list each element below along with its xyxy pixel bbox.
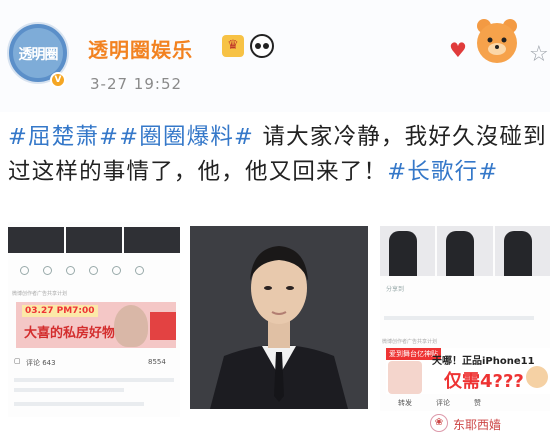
ad-portrait <box>388 361 422 394</box>
thumbnail <box>8 227 64 253</box>
share-icon <box>20 265 29 275</box>
avatar-text: 透明圈 <box>18 47 59 63</box>
star-icon[interactable]: ☆ <box>529 42 549 67</box>
ad-headline: 天哪！正品iPhone11 <box>432 356 535 367</box>
like-icon <box>135 265 144 275</box>
hashtag-link[interactable]: #长歌行# <box>387 159 498 185</box>
ad-side-panel <box>150 312 176 340</box>
screenshot-image-left[interactable]: 微博创作者广告共享计划 03.27 PM7:00 大喜的私房好物 ▢ 评论 64… <box>8 222 180 417</box>
blurred-text-line <box>384 316 534 320</box>
portrait-illustration <box>190 226 368 409</box>
heart-icon: ♥ <box>449 38 467 62</box>
thumbnail <box>380 226 436 276</box>
ad-label: 微博创作者广告共享计划 <box>382 339 438 345</box>
like-count: 8554 <box>148 358 166 366</box>
ad-hand-image <box>526 366 548 388</box>
ad-portrait <box>114 305 148 347</box>
post-header: 透明圈 V 透明圈娱乐 ♛ 3-27 19:52 ♥ ☆ <box>0 0 550 112</box>
thumbnail <box>124 227 180 253</box>
like-button: 赞 <box>474 399 481 407</box>
thumbnail <box>494 226 550 276</box>
watermark-text: 东耶西嫱 <box>453 418 502 432</box>
watermark-logo-icon: ❀ <box>430 414 448 432</box>
qq-icon <box>89 265 98 275</box>
blurred-text-line <box>14 402 144 406</box>
ad-banner: 爱到舞台亿神贴 天哪！正品iPhone11 仅需4??? <box>386 348 550 394</box>
ad-label: 微博创作者广告共享计划 <box>12 291 68 297</box>
comment-button: 评论 <box>436 399 450 407</box>
ad-price: 03.27 PM7:00 <box>22 305 98 317</box>
post-body: #屈楚萧##圈圈爆料# 请大家冷静，我好久沒碰到过这样的事情了，他，他又回来了！… <box>8 120 550 190</box>
thumbnail-strip <box>380 226 550 276</box>
wechat-icon <box>43 265 52 275</box>
thumbnail <box>437 226 493 276</box>
share-row: 分享到 <box>380 284 550 300</box>
ad-headline: 大喜的私房好物 <box>24 326 116 341</box>
crown-icon: ♛ <box>222 35 244 57</box>
weibo-icon <box>66 265 75 275</box>
action-bar: 转发 评论 赞 <box>380 396 550 410</box>
comment-count: 评论 643 <box>26 359 56 367</box>
username[interactable]: 透明圈娱乐 <box>88 34 193 63</box>
ad-banner: 03.27 PM7:00 大喜的私房好物 <box>16 302 176 348</box>
hashtag-link[interactable]: #屈楚萧##圈圈爆料# <box>8 124 254 150</box>
verified-icon: V <box>50 72 66 88</box>
thumbnail <box>66 227 122 253</box>
star-icon <box>112 265 121 275</box>
blurred-text-line <box>14 378 174 382</box>
panda-icon <box>250 34 274 58</box>
ad-price-text: 仅需4??? <box>444 371 524 392</box>
thumbnail-strip <box>8 227 180 253</box>
share-label: 分享到 <box>386 286 405 293</box>
repost-button: 转发 <box>398 399 412 407</box>
screenshot-image-portrait[interactable] <box>190 226 368 409</box>
blurred-text-line <box>14 388 124 392</box>
screenshot-image-right[interactable]: 分享到 微博创作者广告共享计划 爱到舞台亿神贴 天哪！正品iPhone11 仅需… <box>380 226 550 411</box>
post-timestamp: 3-27 19:52 <box>90 75 183 93</box>
bear-badge-icon <box>477 19 517 63</box>
action-row <box>8 262 180 278</box>
comment-icon: ▢ <box>14 357 21 365</box>
comment-row: ▢ 评论 643 8554 <box>8 354 180 370</box>
